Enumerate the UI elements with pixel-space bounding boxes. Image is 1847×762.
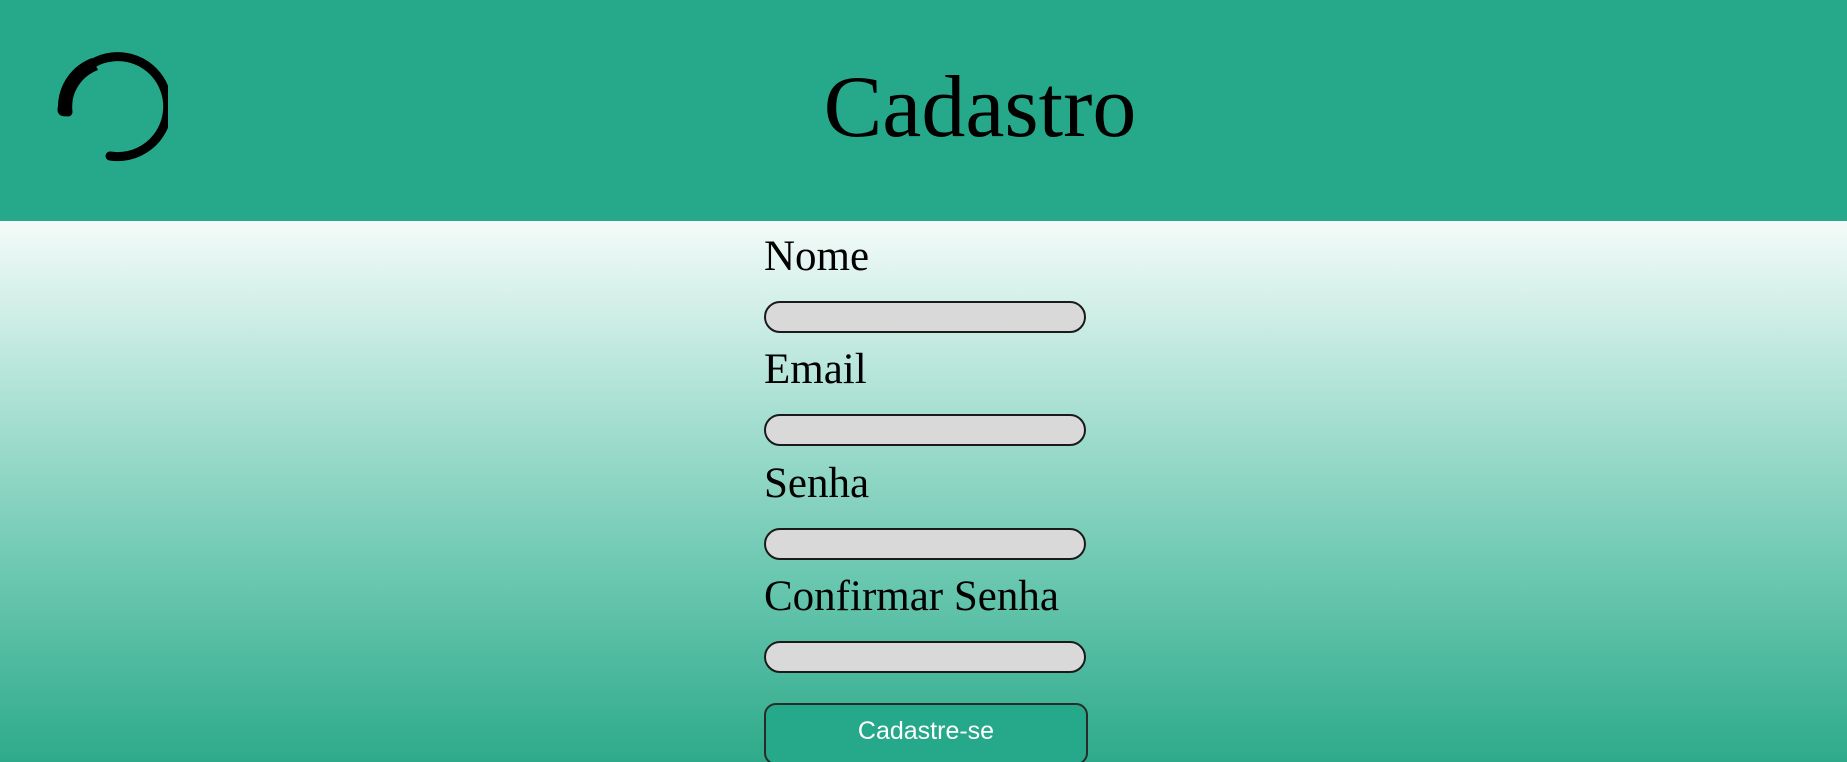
main-content: Nome Email Senha Confirmar Senha Cadastr… [0,221,1847,762]
email-input[interactable] [764,414,1086,446]
email-label: Email [764,346,867,393]
confirm-password-input[interactable] [764,641,1086,673]
confirm-password-label: Confirmar Senha [764,573,1059,620]
header: Cadastro [0,0,1847,221]
name-label: Nome [764,233,870,280]
password-input[interactable] [764,528,1086,560]
name-input[interactable] [764,301,1086,333]
signup-button[interactable]: Cadastre-se [764,703,1088,762]
page-title: Cadastro [823,59,1137,156]
password-label: Senha [764,460,870,507]
